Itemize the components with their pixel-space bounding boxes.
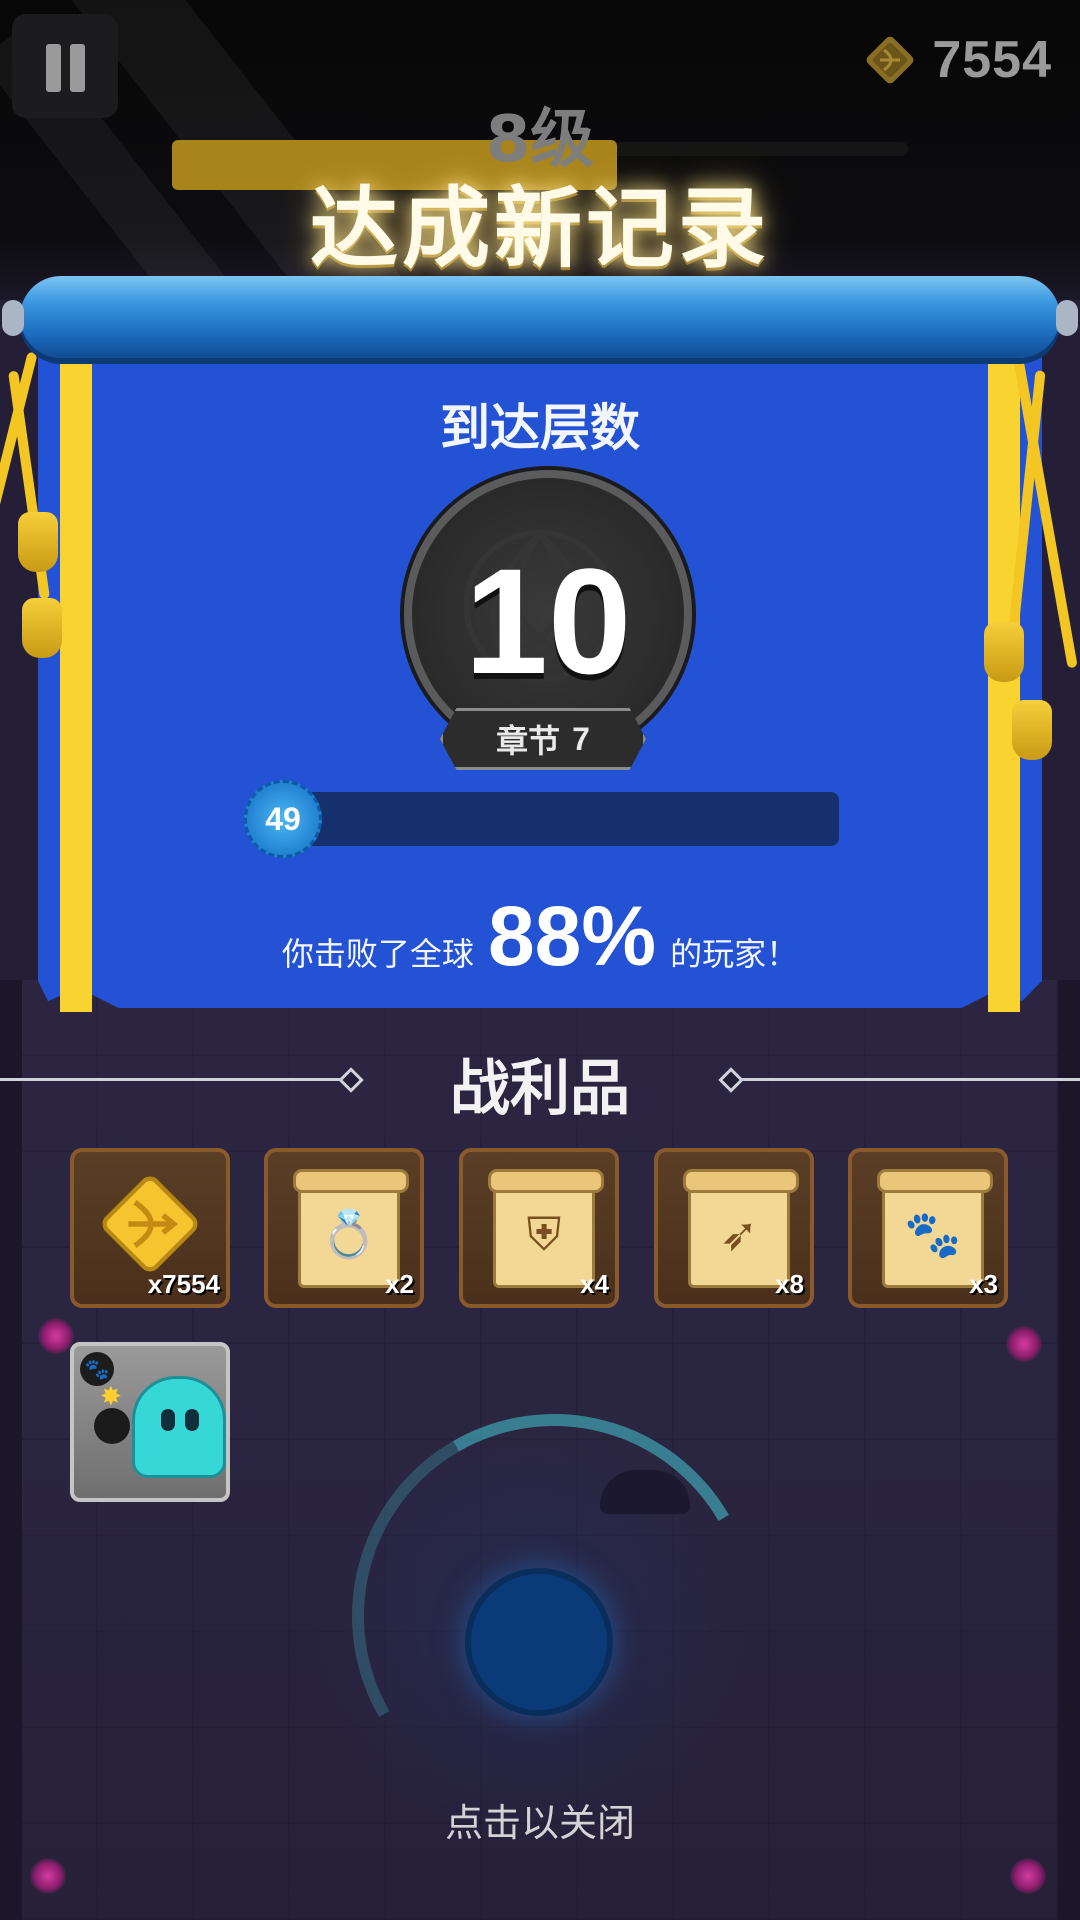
- loot-item-ring-scroll[interactable]: 💍 x2: [264, 1148, 424, 1308]
- loot-quantity: x4: [580, 1269, 609, 1299]
- torch-icon: [1010, 1858, 1046, 1894]
- chapter-label: 章节: [496, 722, 561, 760]
- loot-item-bow-scroll[interactable]: ➶ x8: [654, 1148, 814, 1308]
- defeat-percent: 88%: [487, 889, 657, 983]
- tap-to-close-hint[interactable]: 点击以关闭: [0, 1792, 1080, 1847]
- joystick-knob[interactable]: [465, 1568, 613, 1716]
- coin-counter: 7554: [862, 28, 1052, 92]
- defeat-suffix: 的玩家！: [670, 935, 799, 973]
- loot-item-armor-scroll[interactable]: ⛨ x4: [459, 1148, 619, 1308]
- pause-icon: [46, 44, 61, 92]
- coin-bow-icon: [866, 36, 914, 84]
- player-level-badge: 49: [244, 780, 322, 858]
- ghost-bomb-pet-icon: [132, 1376, 226, 1478]
- tassel-decoration: [18, 512, 58, 572]
- new-record-title: 达成新记录: [309, 177, 770, 280]
- bomb-icon: [94, 1408, 130, 1444]
- loot-quantity: x2: [385, 1269, 414, 1299]
- paw-icon: 🐾: [80, 1352, 114, 1386]
- torch-icon: [30, 1858, 66, 1894]
- floors-reached-label: 到达层数: [440, 399, 640, 457]
- torch-icon: [38, 1318, 74, 1354]
- loot-quantity: x7554: [147, 1269, 220, 1299]
- coin-bow-icon: [102, 1176, 198, 1272]
- chapter-number: 7: [572, 720, 590, 757]
- torch-icon: [1006, 1326, 1042, 1362]
- player-level-number: 49: [265, 800, 301, 837]
- coin-value: 7554: [932, 31, 1052, 89]
- scroll-roller: [20, 276, 1060, 358]
- loot-quantity: x3: [969, 1269, 998, 1299]
- defeat-summary: 你击败了全球 88% 的玩家！: [0, 888, 1080, 985]
- loot-item-coins[interactable]: x7554: [70, 1148, 230, 1308]
- loot-item-pet[interactable]: 🐾 ✸: [70, 1342, 230, 1502]
- defeat-prefix: 你击败了全球: [281, 935, 474, 973]
- progress-track: [268, 792, 839, 846]
- chapter-plate: 章节 7: [440, 708, 646, 770]
- loot-title: 战利品: [450, 1054, 630, 1124]
- loot-quantity: x8: [775, 1269, 804, 1299]
- loot-item-paw-scroll[interactable]: 🐾 x3: [848, 1148, 1008, 1308]
- floor-number: 10: [464, 537, 632, 705]
